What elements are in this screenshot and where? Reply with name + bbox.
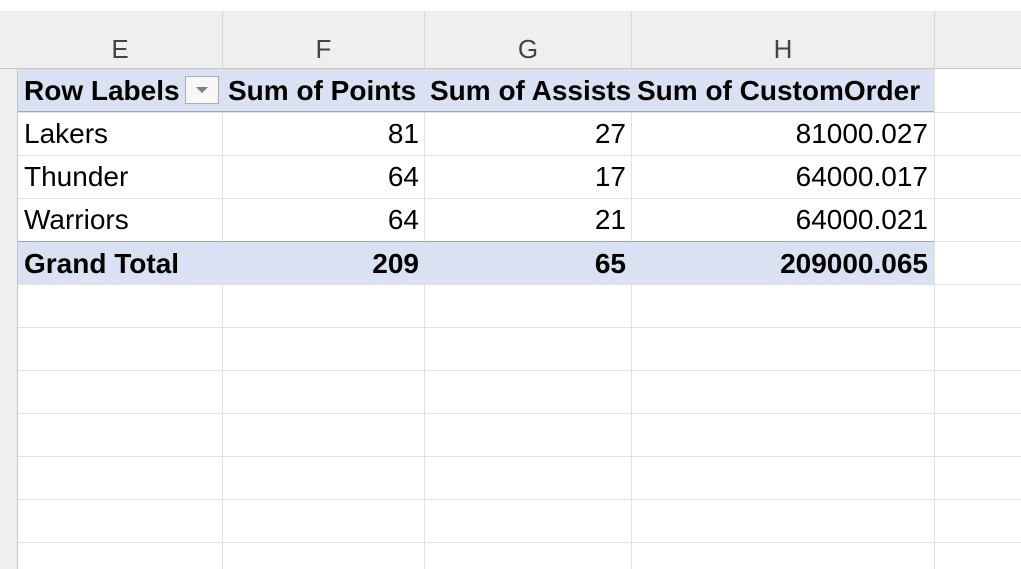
column-header-g[interactable]: G — [425, 11, 632, 68]
grand-total-customorder[interactable]: 209000.065 — [632, 242, 934, 285]
assists-value[interactable]: 21 — [425, 198, 632, 241]
points-value[interactable]: 81 — [223, 112, 425, 155]
table-row: Warriors 64 21 64000.021 — [18, 198, 934, 241]
row-label[interactable]: Warriors — [18, 198, 223, 241]
table-row: Thunder 64 17 64000.017 — [18, 155, 934, 198]
chevron-down-icon — [196, 87, 208, 93]
grand-total-row: Grand Total 209 65 209000.065 — [18, 241, 934, 284]
column-header-h[interactable]: H — [632, 11, 935, 68]
grand-total-label[interactable]: Grand Total — [18, 242, 223, 285]
row-label[interactable]: Thunder — [18, 155, 223, 198]
pivot-header-row: Row Labels Sum of Points Sum of Assists … — [18, 69, 934, 112]
sum-of-points-header[interactable]: Sum of Points — [223, 69, 425, 112]
row-header-bar — [0, 69, 18, 569]
customorder-value[interactable]: 64000.017 — [632, 155, 934, 198]
row-label[interactable]: Lakers — [18, 112, 223, 155]
table-row: Lakers 81 27 81000.027 — [18, 112, 934, 155]
grand-total-points[interactable]: 209 — [223, 242, 425, 285]
assists-value[interactable]: 27 — [425, 112, 632, 155]
sum-of-customorder-header[interactable]: Sum of CustomOrder — [632, 69, 934, 112]
points-value[interactable]: 64 — [223, 198, 425, 241]
row-labels-filter-button[interactable] — [185, 76, 219, 104]
sum-of-assists-header[interactable]: Sum of Assists — [425, 69, 632, 112]
column-header-bar: E F G H — [0, 11, 1021, 69]
customorder-value[interactable]: 81000.027 — [632, 112, 934, 155]
points-value[interactable]: 64 — [223, 155, 425, 198]
column-header-e[interactable]: E — [18, 11, 223, 68]
grand-total-assists[interactable]: 65 — [425, 242, 632, 285]
assists-value[interactable]: 17 — [425, 155, 632, 198]
column-header-f[interactable]: F — [223, 11, 425, 68]
customorder-value[interactable]: 64000.021 — [632, 198, 934, 241]
